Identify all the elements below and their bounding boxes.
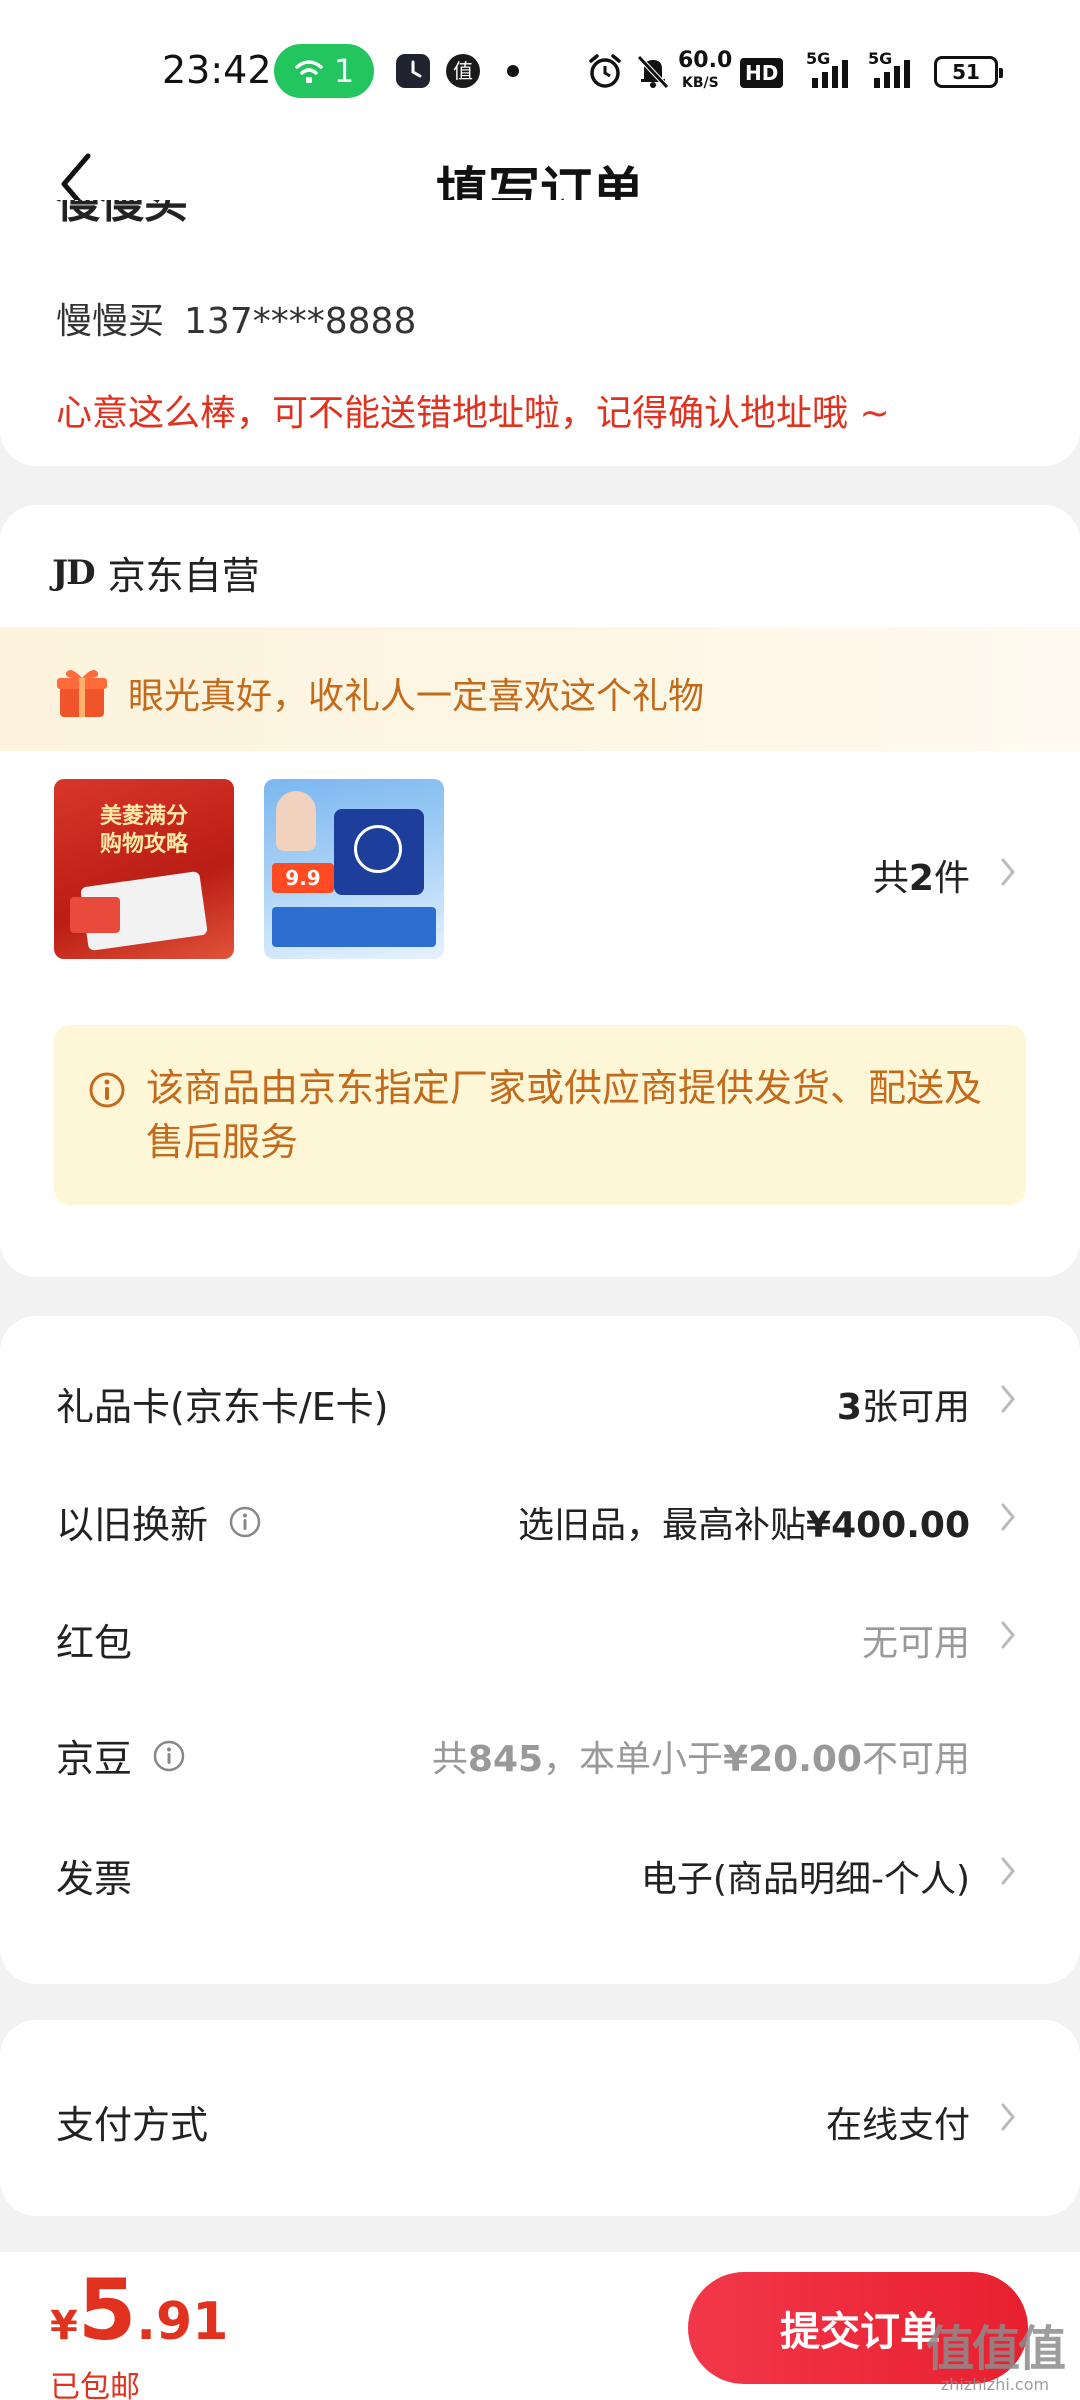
info-icon[interactable] [228, 1505, 262, 1539]
payment-method-value: 在线支付 [825, 2105, 970, 2146]
red-packet-value: 无可用 [861, 1623, 970, 1664]
goods-count[interactable]: 共2件 [873, 849, 970, 901]
shop-header: JD 京东自营 [52, 545, 260, 600]
address-confirm-hint: 心意这么棒，可不能送错地址啦，记得确认地址哦 ~ [56, 393, 890, 434]
shop-name: 京东自营 [107, 554, 260, 598]
chevron-right-icon[interactable] [1000, 857, 1016, 887]
chevron-right-icon [1001, 2103, 1015, 2131]
chevron-right-icon [1001, 1503, 1015, 1531]
payment-method-row[interactable]: 支付方式 在线支付 [0, 2072, 1080, 2162]
shipping-status: 已包邮 [50, 2370, 140, 2400]
payment-method-card: 支付方式 在线支付 [0, 2020, 1080, 2216]
trade-in-row[interactable]: 以旧换新 选旧品，最高补贴¥400.00 [0, 1472, 1080, 1562]
jingdou-label: 京豆 [56, 1737, 133, 1781]
product-thumbnail-1[interactable]: 美菱满分 购物攻略 [54, 779, 234, 959]
recipient-name: 慢慢买 [56, 301, 165, 342]
site-watermark: 值值值 zhizhizhi.com [920, 2322, 1070, 2400]
product-thumbnail-2[interactable]: 9.9 [264, 779, 444, 959]
recipient-contact: 慢慢买 137****8888 [56, 292, 416, 344]
product-2-brand-logo [354, 825, 402, 873]
gift-card-value: 3张可用 [836, 1387, 970, 1428]
jingdou-label-group: 京豆 [56, 1728, 186, 1783]
notification-dot-icon [507, 65, 519, 77]
checkout-bar: ¥ 5 .91 已包邮 提交订单 [0, 2252, 1080, 2400]
info-icon [89, 1072, 125, 1108]
address-line-partial: 慢慢买 [56, 200, 188, 228]
hd-voice-badge: HD [740, 58, 784, 88]
svg-text:值: 值 [453, 59, 473, 83]
price-decimal: .91 [136, 2292, 229, 2352]
recipient-phone: 137****8888 [184, 301, 417, 342]
shop-goods-card: JD 京东自营 眼光真好，收礼人一定喜欢这个礼物 美菱满分 购物攻略 9.9 共… [0, 505, 1080, 1277]
status-time: 23:42 [162, 48, 272, 92]
battery-level: 51 [952, 60, 980, 84]
supplier-notice-text: 该商品由京东指定厂家或供应商提供发货、配送及售后服务 [146, 1066, 983, 1164]
watermark-domain: zhizhizhi.com [940, 2375, 1050, 2394]
trade-in-value: 选旧品，最高补贴¥400.00 [518, 1505, 970, 1546]
net-speed-unit: KB/S [682, 75, 719, 91]
invoice-label: 发票 [56, 1857, 133, 1901]
gift-box-icon [57, 669, 107, 717]
battery-indicator: 51 [934, 56, 1003, 88]
jingdou-row: 京豆 共845，本单小于¥20.00不可用 [0, 1706, 1080, 1796]
wifi-icon [295, 60, 323, 83]
gift-banner: 眼光真好，收礼人一定喜欢这个礼物 [0, 627, 1080, 751]
jingdou-value: 共845，本单小于¥20.00不可用 [431, 1739, 970, 1780]
signal-strength-icon-2 [874, 60, 910, 88]
mute-bell-icon [637, 55, 669, 89]
invoice-value: 电子(商品明细-个人) [640, 1859, 970, 1900]
total-price: ¥ 5 .91 [50, 2262, 228, 2358]
product-2-pack-row-graphic [272, 907, 436, 947]
product-2-model-graphic [276, 791, 316, 851]
gift-card-row[interactable]: 礼品卡(京东卡/E卡) 3张可用 [0, 1354, 1080, 1444]
chevron-right-icon [1001, 1621, 1015, 1649]
wifi-badge-count: 1 [333, 52, 355, 90]
trade-in-label-group: 以旧换新 [56, 1494, 262, 1549]
price-integer: 5 [77, 2261, 137, 2359]
clock-app-icon [396, 54, 430, 88]
invoice-row[interactable]: 发票 电子(商品明细-个人) [0, 1826, 1080, 1916]
alarm-icon [589, 54, 621, 88]
product-1-title: 美菱满分 购物攻略 [99, 804, 188, 857]
gift-banner-text: 眼光真好，收礼人一定喜欢这个礼物 [128, 676, 705, 717]
signal-strength-icon-1 [812, 60, 848, 88]
address-card[interactable]: 慢慢买 慢慢买 137****8888 心意这么棒，可不能送错地址啦，记得确认地址… [0, 200, 1080, 466]
wifi-hotspot-badge: 1 [274, 44, 374, 98]
red-packet-label: 红包 [56, 1621, 133, 1665]
info-icon[interactable] [152, 1739, 186, 1773]
submit-order-label: 提交订单 [780, 2309, 940, 2355]
jd-logo: JD [52, 552, 96, 593]
price-currency: ¥ [50, 2303, 78, 2349]
supplier-notice: 该商品由京东指定厂家或供应商提供发货、配送及售后服务 [54, 1025, 1026, 1205]
watermark-glyphs: 值值值 [925, 2321, 1066, 2377]
chevron-right-icon [1001, 1385, 1015, 1413]
chevron-right-icon [1001, 1857, 1015, 1885]
net-speed-value: 60.0 [678, 48, 733, 73]
product-1-box-graphic-2 [70, 897, 120, 933]
order-options-card: 礼品卡(京东卡/E卡) 3张可用 以旧换新 选旧品，最高补贴¥400.00 红包… [0, 1316, 1080, 1984]
trade-in-label: 以旧换新 [56, 1503, 209, 1547]
gift-card-label: 礼品卡(京东卡/E卡) [56, 1385, 389, 1429]
status-bar: 23:42 1 值 60.0 KB/S HD 5G 5G 51 [0, 0, 1080, 140]
product-2-price-tag: 9.9 [272, 863, 334, 893]
payment-method-label: 支付方式 [56, 2103, 209, 2147]
red-packet-row[interactable]: 红包 无可用 [0, 1590, 1080, 1680]
zhi-app-icon: 值 [446, 54, 480, 88]
